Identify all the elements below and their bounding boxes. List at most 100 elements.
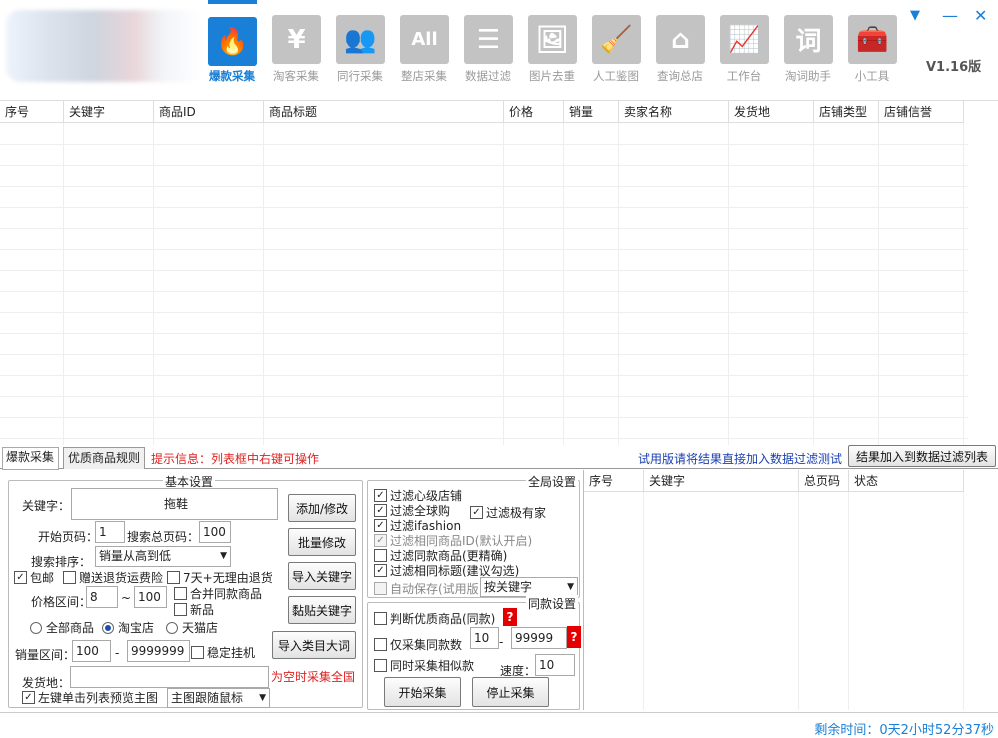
add-modify-button[interactable]: 添加/修改 [288, 494, 356, 522]
same-count-min-input[interactable]: 10 [470, 627, 499, 649]
column-header[interactable]: 关键字 [64, 101, 154, 123]
preview-mode-select[interactable]: 主图跟随鼠标 ▼ [167, 688, 270, 708]
radio-all-label: 全部商品 [46, 621, 95, 635]
keyword-input[interactable]: 拖鞋 [71, 488, 278, 520]
price-min-input[interactable]: 8 [86, 586, 118, 608]
toolbar-item-2[interactable]: 👥 同行采集 [332, 8, 388, 88]
minimize-button[interactable]: — [942, 8, 958, 24]
flame-icon: 🔥 [208, 17, 257, 66]
toolbar-item-label: 小工具 [854, 69, 890, 83]
keyword-table-header[interactable]: 序号 [584, 470, 644, 492]
help-icon[interactable]: ? [567, 626, 581, 648]
toolbar-item-7[interactable]: ⌂ 查询总店 [652, 8, 708, 88]
sales-min-input[interactable]: 100 [72, 640, 111, 662]
ship-from-input[interactable] [70, 666, 269, 688]
filter-jiyoujia-label: 过滤极有家 [486, 506, 547, 520]
total-pages-input[interactable]: 100 [199, 521, 231, 543]
merge-same-checkbox[interactable]: 合并同款商品 [174, 585, 262, 602]
start-page-input[interactable]: 1 [95, 521, 125, 543]
yen-icon: ¥ [272, 15, 321, 64]
add-to-filter-button[interactable]: 结果加入到数据过滤列表 [848, 445, 996, 467]
column-header[interactable]: 商品标题 [264, 101, 504, 123]
free-shipping-checkbox[interactable]: ✓ 包邮 [14, 569, 54, 586]
toolbar-item-label: 图片去重 [529, 69, 575, 83]
also-similar-checkbox[interactable]: 同时采集相似款 [374, 657, 474, 674]
grid-row-line [0, 228, 968, 229]
radio-all-items[interactable]: 全部商品 [30, 619, 94, 636]
column-header[interactable]: 销量 [564, 101, 619, 123]
keyword-table-header[interactable]: 总页码 [799, 470, 849, 492]
keyword-table[interactable]: 序号 关键字 总页码 状态 [583, 470, 998, 710]
same-count-max-input[interactable]: 99999 [511, 627, 567, 649]
stable-hang-label: 稳定挂机 [207, 646, 256, 660]
toolbar-item-4[interactable]: ☰ 数据过滤 [460, 8, 516, 88]
help-icon[interactable]: ? [503, 608, 517, 626]
toolbar-item-1[interactable]: ¥ 淘客采集 [268, 8, 324, 88]
toolbar-item-9[interactable]: 词淘词助手 [780, 8, 836, 88]
word-icon: 词 [784, 15, 833, 64]
seven-day-return-checkbox[interactable]: 7天+无理由退货 [167, 569, 273, 586]
checkbox-checked: ✓ [374, 564, 387, 577]
global-settings-title: 全局设置 [526, 473, 579, 490]
speed-input[interactable]: 10 [535, 654, 575, 676]
grid-row-line [0, 417, 968, 418]
return-insurance-checkbox[interactable]: 赠送退货运费险 [63, 569, 163, 586]
price-max-input[interactable]: 100 [134, 586, 167, 608]
toolbar-item-label: 爆款采集 [209, 69, 255, 83]
column-header[interactable]: 店铺信誉 [879, 101, 964, 123]
radio-taobao[interactable]: 淘宝店 [102, 619, 154, 636]
toolbar-item-10[interactable]: 🧰 小工具 [844, 8, 900, 88]
filter-jiyoujia-checkbox[interactable]: ✓ 过滤极有家 [470, 504, 546, 521]
radio-tmall[interactable]: 天猫店 [166, 619, 218, 636]
column-header[interactable]: 发货地 [729, 101, 814, 123]
checkbox-unchecked [374, 659, 387, 672]
column-header[interactable]: 店铺类型 [814, 101, 879, 123]
version-label: V1.16版 [926, 60, 982, 75]
close-button[interactable]: ✕ [974, 8, 987, 24]
sales-max-input[interactable]: 9999999 [127, 640, 190, 662]
keyword-table-column-line [644, 492, 799, 710]
grid-row-line [0, 270, 968, 271]
toolbar-item-5[interactable]: 🖼 图片去重 [524, 8, 580, 88]
keyword-table-header[interactable]: 状态 [849, 470, 964, 492]
column-header[interactable]: 卖家名称 [619, 101, 729, 123]
chevron-down-icon: ▼ [220, 551, 227, 561]
grid-row-line [0, 333, 968, 334]
import-keywords-button[interactable]: 导入关键字 [288, 562, 356, 590]
toolbar-item-6[interactable]: 🧹 人工鉴图 [588, 8, 644, 88]
tab-quality-rules[interactable]: 优质商品规则 [63, 447, 146, 469]
trial-message: 试用版请将结果直接加入数据过滤测试 [638, 452, 843, 466]
toolbar-item-3[interactable]: All 整店采集 [396, 8, 452, 88]
import-category-button[interactable]: 导入类目大词 [272, 631, 356, 659]
only-same-count-checkbox[interactable]: 仅采集同款数 [374, 636, 462, 653]
ship-from-note: 为空时采集全国 [271, 670, 356, 684]
stable-hang-checkbox[interactable]: 稳定挂机 [191, 644, 255, 661]
sort-select[interactable]: 销量从高到低 ▼ [95, 546, 231, 567]
toolbar-item-8[interactable]: 📈 工作台 [716, 8, 772, 88]
toolbar-item-label: 淘词助手 [785, 69, 831, 83]
keyword-table-header[interactable]: 关键字 [644, 470, 799, 492]
merge-same-label: 合并同款商品 [190, 587, 263, 601]
batch-modify-button[interactable]: 批量修改 [288, 528, 356, 556]
paste-keywords-button[interactable]: 黏贴关键字 [288, 596, 356, 624]
same-count-separator: - [499, 635, 504, 649]
column-header[interactable]: 商品ID [154, 101, 264, 123]
column-header[interactable]: 序号 [0, 101, 64, 123]
preview-image-checkbox[interactable]: ✓ 左键单击列表预览主图 [22, 689, 158, 706]
also-similar-label: 同时采集相似款 [390, 659, 475, 673]
auto-save-mode-select[interactable]: 按关键字 ▼ [480, 577, 578, 597]
results-grid[interactable]: 序号 关键字 商品ID 商品标题 价格 销量 卖家名称 发货地 店铺类型 店铺信誉 [0, 100, 998, 445]
new-item-checkbox[interactable]: 新品 [174, 601, 214, 618]
grid-row-line [0, 438, 968, 439]
judge-quality-checkbox[interactable]: 判断优质商品(同款) [374, 610, 495, 627]
menu-dropdown-icon[interactable]: ▼ [910, 8, 920, 24]
start-collect-button[interactable]: 开始采集 [384, 677, 461, 707]
column-header[interactable]: 价格 [504, 101, 564, 123]
status-bar: 剩余时间：0天2小时52分37秒 [0, 712, 998, 738]
toolbar-item-label: 同行采集 [337, 69, 383, 83]
stop-collect-button[interactable]: 停止采集 [472, 677, 549, 707]
toolbar-item-0[interactable]: 🔥 爆款采集 [204, 0, 260, 88]
tab-hot-collect[interactable]: 爆款采集 [2, 447, 60, 470]
checkbox-unchecked-disabled [374, 582, 387, 595]
toolbar-item-label: 工作台 [726, 69, 762, 83]
